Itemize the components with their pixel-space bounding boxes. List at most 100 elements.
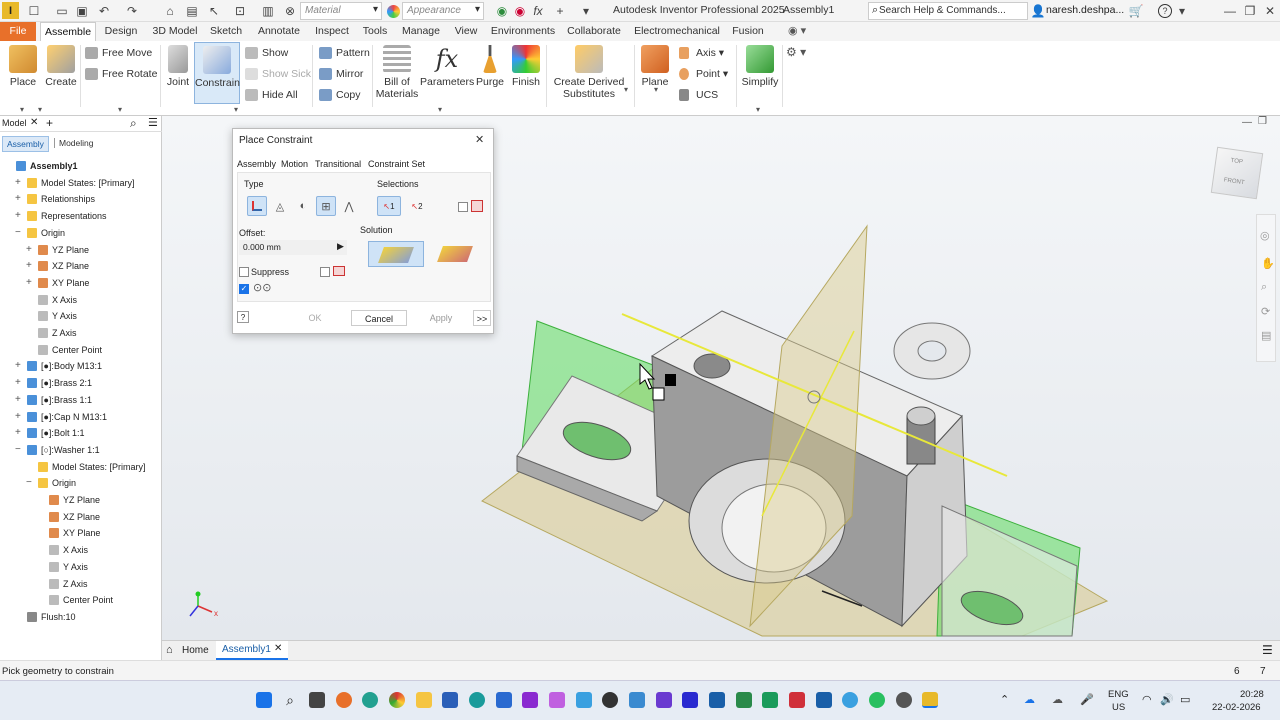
user-icon[interactable]: 👤 [1030, 3, 1046, 19]
app-icon-8[interactable] [629, 692, 645, 708]
mate-type-button[interactable] [247, 196, 267, 216]
tab-assemble[interactable]: Assemble [40, 22, 96, 41]
app-icon-1[interactable] [442, 692, 458, 708]
viewcube[interactable]: TOP FRONT [1210, 146, 1264, 200]
angle-type-button[interactable]: ◬ [270, 196, 290, 216]
edge-icon[interactable] [362, 692, 378, 708]
firefox-icon[interactable] [336, 692, 352, 708]
subtab-assembly[interactable]: Assembly [2, 136, 49, 152]
tab-design[interactable]: Design [100, 22, 142, 41]
tab-environments[interactable]: Environments [488, 22, 558, 41]
app-icon-5[interactable] [549, 692, 565, 708]
flush-solution-button[interactable] [428, 241, 484, 267]
lang-1[interactable]: ENG [1108, 689, 1129, 700]
home-tab[interactable]: Home [182, 645, 209, 656]
tab-electromechanical[interactable]: Electromechanical [634, 22, 720, 41]
browser-search-icon[interactable]: ⌕ [130, 116, 137, 131]
tree-expander-icon[interactable]: + [26, 242, 32, 258]
volume-icon[interactable]: 🔊 [1160, 693, 1174, 706]
taskbar-search-icon[interactable]: ⌕ [282, 692, 298, 708]
tree-expander-icon[interactable]: + [15, 392, 21, 408]
app-icon-13[interactable] [762, 692, 778, 708]
tab-3d-model[interactable]: 3D Model [148, 22, 202, 41]
subtab-modeling[interactable]: Modeling [54, 138, 94, 148]
tree-expander-icon[interactable]: + [15, 208, 21, 224]
update-icon[interactable]: ▤ [184, 3, 200, 19]
app-icon-4[interactable] [522, 692, 538, 708]
tree-expander-icon[interactable]: + [15, 425, 21, 441]
help-dropdown-icon[interactable]: ▾ [1174, 3, 1190, 19]
finish-button[interactable]: Finish [508, 45, 544, 88]
clock-date[interactable]: 22-02-2026 [1212, 702, 1261, 713]
app-icon-9[interactable] [656, 692, 672, 708]
close-icon[interactable]: ✕ [1262, 3, 1278, 19]
adjust-appearance-icon[interactable]: ◉ [512, 3, 528, 19]
tab-fusion[interactable]: Fusion [730, 22, 766, 41]
cloud-icon[interactable]: ☁ [1052, 693, 1063, 706]
lang-2[interactable]: US [1112, 702, 1125, 713]
dialog-tab-motion[interactable]: Motion [281, 159, 308, 169]
zoom-icon[interactable]: ⌕ [1261, 281, 1267, 294]
dialog-close-icon[interactable]: ✕ [475, 133, 484, 146]
battery-icon[interactable]: ▭ [1180, 693, 1190, 706]
selection-1-button[interactable]: ↖ 1 [377, 196, 401, 216]
orbit-icon[interactable]: ⟳ [1261, 305, 1270, 318]
app-icon-14[interactable] [789, 692, 805, 708]
tab-view[interactable]: View [452, 22, 480, 41]
tray-chevron-icon[interactable]: ⌃ [1000, 693, 1009, 706]
symmetry-type-button[interactable]: ⋀ [339, 196, 359, 216]
purge-button[interactable]: Purge [474, 45, 506, 88]
app-icon-11[interactable] [709, 692, 725, 708]
tab-inspect[interactable]: Inspect [312, 22, 352, 41]
add-browser-icon[interactable]: + [46, 116, 53, 130]
app-icon-2[interactable] [469, 692, 485, 708]
clear-appearance-icon[interactable]: ◉ [494, 3, 510, 19]
app-icon-17[interactable] [896, 692, 912, 708]
app-icon-10[interactable] [682, 692, 698, 708]
app-icon-7[interactable] [602, 692, 618, 708]
create-derived-substitutes-button[interactable]: Create Derived Substitutes [550, 45, 628, 100]
dialog-tab-transitional[interactable]: Transitional [315, 159, 361, 169]
help-icon[interactable]: ? [1158, 4, 1172, 18]
tangent-type-button[interactable]: ◐ [293, 196, 313, 216]
apply-button[interactable]: Apply [419, 310, 463, 326]
mic-icon[interactable]: 🎤 [1080, 693, 1094, 706]
tree-expander-icon[interactable]: + [15, 175, 21, 191]
first-occurrence-checkbox[interactable] [458, 202, 468, 212]
assembly-tab-close-icon[interactable]: ✕ [274, 643, 282, 654]
look-at-icon[interactable]: ▤ [1261, 329, 1271, 342]
viewport-minimize-icon[interactable]: — [1242, 117, 1252, 128]
minimize-icon[interactable]: — [1222, 3, 1238, 19]
preview-checkbox[interactable]: ✓ [239, 284, 249, 294]
pan-icon[interactable]: ✋ [1261, 257, 1275, 270]
tree-expander-icon[interactable]: − [26, 475, 32, 491]
cancel-cmd-icon[interactable]: ⊗ [282, 3, 298, 19]
show-sick-button[interactable]: Show Sick [244, 65, 311, 83]
bill-of-materials-button[interactable]: Bill of Materials [374, 45, 420, 100]
tab-file[interactable]: File [0, 22, 36, 41]
measure-icon[interactable]: ⊡ [232, 3, 248, 19]
dialog-tab-assembly[interactable]: Assembly [237, 159, 276, 169]
clock-time[interactable]: 20:28 [1240, 689, 1264, 700]
tree-expander-icon[interactable]: + [15, 409, 21, 425]
dialog-help-icon[interactable]: ? [237, 311, 249, 323]
whatsapp-icon[interactable] [869, 692, 885, 708]
browser-menu-icon[interactable]: ☰ [148, 116, 158, 129]
insert-type-button[interactable]: ⊞ [316, 196, 336, 216]
assembly-tab[interactable]: Assembly1 ✕ [216, 641, 288, 660]
qat-dropdown-icon[interactable]: ▾ [578, 3, 594, 19]
free-rotate-button[interactable]: Free Rotate [84, 65, 157, 83]
selection-2-button[interactable]: ↖ 2 [405, 196, 429, 216]
wifi-icon[interactable]: ◠ [1142, 693, 1152, 706]
tab-collaborate[interactable]: Collaborate [564, 22, 624, 41]
copy-button[interactable]: Copy [318, 86, 361, 104]
open-file-icon[interactable]: ▭ [54, 3, 70, 19]
new-file-icon[interactable]: ☐ [26, 3, 42, 19]
offset-arrow-icon[interactable]: ▶ [337, 241, 344, 252]
point-button[interactable]: Point ▾ [678, 65, 728, 83]
close-browser-icon[interactable]: ✕ [30, 117, 38, 128]
hide-all-button[interactable]: Hide All [244, 86, 298, 104]
chrome-icon[interactable] [389, 692, 405, 708]
ribbon-options-icon[interactable]: ◉ ▾ [788, 24, 806, 37]
redo-icon[interactable]: ↷ [124, 3, 140, 19]
